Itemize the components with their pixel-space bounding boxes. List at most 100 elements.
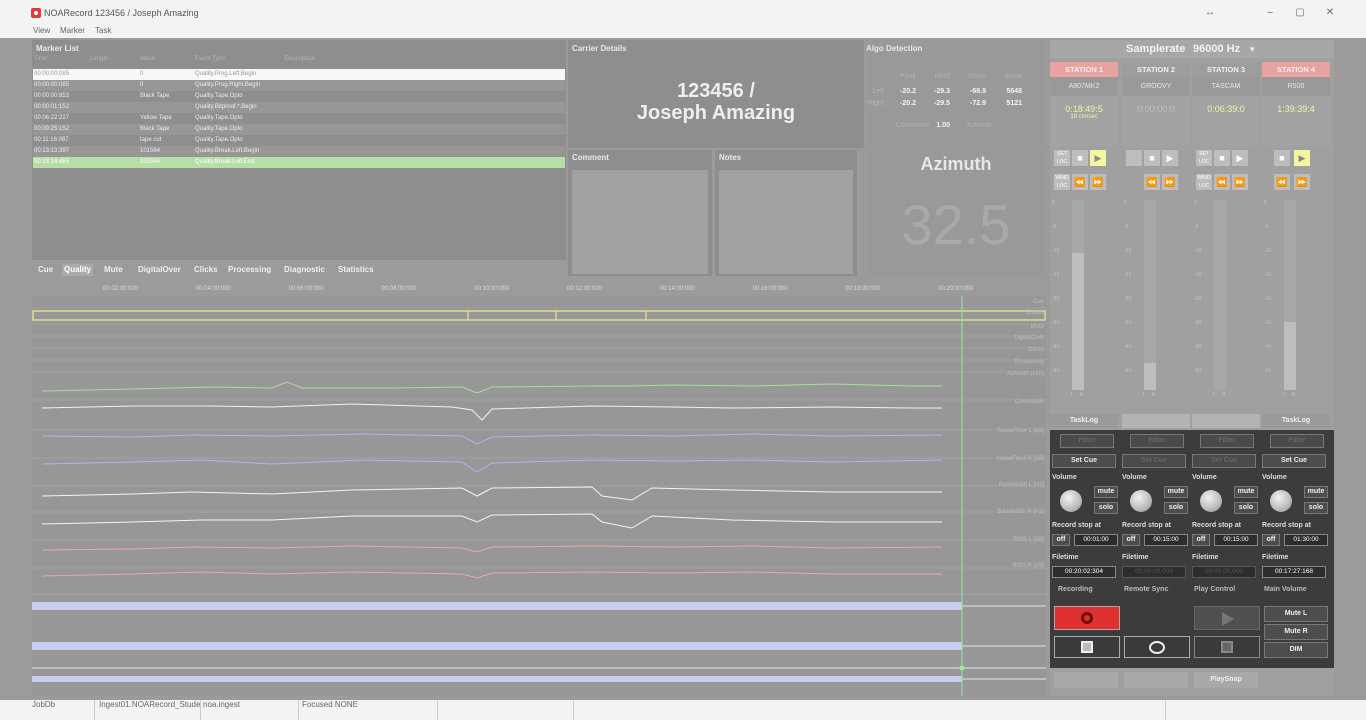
filter-toggle[interactable]: Filter [1200, 434, 1254, 448]
filter-toggle[interactable]: Filter [1060, 434, 1114, 448]
tasklog-button[interactable]: TaskLog [1262, 414, 1330, 428]
marker-row[interactable]: 00:09:25:152 Black Tape Quality.Tape.Opto [33, 124, 565, 135]
fast-forward-button[interactable]: ⏩ [1294, 174, 1310, 190]
fast-forward-button[interactable]: ⏩ [1090, 174, 1106, 190]
record-stop-off-button[interactable]: off [1052, 534, 1070, 546]
marker-row[interactable]: 00:00:00:853 Black Tape Quality.Tape.Opto [33, 91, 565, 102]
solo-button[interactable]: solo [1234, 502, 1258, 514]
play-button[interactable]: ▶ [1232, 150, 1248, 166]
fast-forward-button[interactable]: ⏩ [1162, 174, 1178, 190]
stop-button[interactable]: ■ [1144, 150, 1160, 166]
fast-forward-button[interactable]: ⏩ [1232, 174, 1248, 190]
col-value[interactable]: Value [140, 56, 155, 65]
mute-r-button[interactable]: Mute R [1264, 624, 1328, 640]
marker-row[interactable]: 00:00:00:085 0 Quality.Prog.Right.Begin [33, 80, 565, 91]
marker-row[interactable]: 00:06:22:227 Yellow Tape Quality.Tape.Opto [33, 113, 565, 124]
tab-quality[interactable]: Quality [62, 264, 94, 276]
tab-diagnostic[interactable]: Diagnostic [282, 264, 327, 276]
record-stop-off-button[interactable]: off [1192, 534, 1210, 546]
record-stop-time[interactable]: 00:01:00 [1074, 534, 1118, 546]
filter-toggle[interactable]: Filter [1270, 434, 1324, 448]
menu-task[interactable]: Task [95, 26, 111, 35]
mute-button[interactable]: mute [1304, 486, 1328, 498]
station-3[interactable]: STATION 3 TASCAM [1192, 62, 1260, 96]
set-cue-button[interactable]: Set Cue [1052, 454, 1116, 468]
tab-cue[interactable]: Cue [36, 264, 55, 276]
stop-button[interactable]: ■ [1214, 150, 1230, 166]
col-time[interactable]: Time [34, 56, 47, 65]
play-button[interactable]: ▶ [1162, 150, 1178, 166]
play-button[interactable]: ▶ [1090, 150, 1106, 166]
snap-slot[interactable] [1124, 672, 1188, 688]
menu-marker[interactable]: Marker [60, 26, 85, 35]
record-stop-time[interactable]: 00:15:00 [1214, 534, 1258, 546]
tasklog-button[interactable]: TaskLog [1050, 414, 1118, 428]
col-event-type[interactable]: Event Type [195, 56, 225, 65]
set-loc-button[interactable]: SET LOC [1054, 150, 1070, 166]
tab-statistics[interactable]: Statistics [336, 264, 376, 276]
set-loc-button[interactable]: SET LOC [1196, 150, 1212, 166]
col-description[interactable]: Description [285, 56, 315, 65]
play-control-stop-button[interactable] [1194, 636, 1260, 658]
marker-row[interactable]: 00:13:13:397 101564 Quality.Break.Left.Beg… [33, 146, 565, 157]
tab-mute[interactable]: Mute [102, 264, 125, 276]
wind-loc-button[interactable]: WIND LOC [1196, 174, 1212, 190]
remote-sync-button[interactable] [1124, 636, 1190, 658]
tab-clicks[interactable]: Clicks [192, 264, 220, 276]
col-length[interactable]: Length [90, 56, 108, 65]
chevron-down-icon[interactable]: ▾ [1250, 44, 1255, 55]
marker-row[interactable]: 00:13:14:455 101564 Quality.Break.Left.End [33, 157, 565, 168]
wind-loc-button[interactable]: WIND LOC [1054, 174, 1070, 190]
notes-input[interactable] [719, 170, 853, 274]
station-2[interactable]: STATION 2 GROOVY [1122, 62, 1190, 96]
mute-l-button[interactable]: Mute L [1264, 606, 1328, 622]
volume-knob[interactable] [1060, 490, 1082, 512]
playsnap-button[interactable]: PlaySnap [1194, 672, 1258, 688]
marker-row[interactable]: 00:00:01:152 Quality.Bitproof.*.Begin [33, 102, 565, 113]
maximize-button[interactable]: ▢ [1286, 4, 1314, 22]
mute-button[interactable]: mute [1164, 486, 1188, 498]
rewind-button[interactable]: ⏪ [1144, 174, 1160, 190]
stop-button[interactable]: ■ [1274, 150, 1290, 166]
menu-view[interactable]: View [33, 26, 50, 35]
solo-button[interactable]: solo [1164, 502, 1188, 514]
play-button[interactable]: ▶ [1294, 150, 1310, 166]
solo-button[interactable]: solo [1304, 502, 1328, 514]
solo-button[interactable]: solo [1094, 502, 1118, 514]
resize-icon[interactable]: ↔ [1196, 4, 1224, 22]
set-cue-button[interactable]: Set Cue [1192, 454, 1256, 468]
stop-button[interactable]: ■ [1072, 150, 1088, 166]
marker-row[interactable]: 00:11:16:087 tape cut Quality.Tape.Opto [33, 135, 565, 146]
rewind-button[interactable]: ⏪ [1214, 174, 1230, 190]
comment-input[interactable] [572, 170, 708, 274]
rewind-button[interactable]: ⏪ [1274, 174, 1290, 190]
set-cue-button[interactable]: Set Cue [1122, 454, 1186, 468]
record-button[interactable] [1054, 606, 1120, 630]
dim-button[interactable]: DIM [1264, 642, 1328, 658]
tab-digitalover[interactable]: DigitalOver [136, 264, 183, 276]
record-stop-time[interactable]: 00:15:00 [1144, 534, 1188, 546]
samplerate-select[interactable]: 96000 Hz [1193, 43, 1240, 55]
record-stop-off-button[interactable]: off [1262, 534, 1280, 546]
tab-processing[interactable]: Processing [226, 264, 273, 276]
set-cue-button[interactable]: Set Cue [1262, 454, 1326, 468]
close-button[interactable]: ✕ [1316, 4, 1344, 22]
filter-toggle[interactable]: Filter [1130, 434, 1184, 448]
set-loc-button[interactable] [1126, 150, 1142, 166]
snap-slot[interactable] [1054, 672, 1118, 688]
tasklog-button[interactable] [1192, 414, 1260, 428]
rewind-button[interactable]: ⏪ [1072, 174, 1088, 190]
minimize-button[interactable]: – [1256, 4, 1284, 22]
play-control-play-button[interactable] [1194, 606, 1260, 630]
record-stop-off-button[interactable]: off [1122, 534, 1140, 546]
volume-knob[interactable] [1270, 490, 1292, 512]
mute-button[interactable]: mute [1234, 486, 1258, 498]
mute-button[interactable]: mute [1094, 486, 1118, 498]
stop-recording-button[interactable] [1054, 636, 1120, 658]
station-1[interactable]: STATION 1 A807MK2 [1050, 62, 1118, 96]
tasklog-button[interactable] [1122, 414, 1190, 428]
record-stop-time[interactable]: 01:30:00 [1284, 534, 1328, 546]
volume-knob[interactable] [1130, 490, 1152, 512]
volume-knob[interactable] [1200, 490, 1222, 512]
marker-row[interactable]: 00:00:00:085 0 Quality.Prog.Left.Begin [33, 69, 565, 80]
